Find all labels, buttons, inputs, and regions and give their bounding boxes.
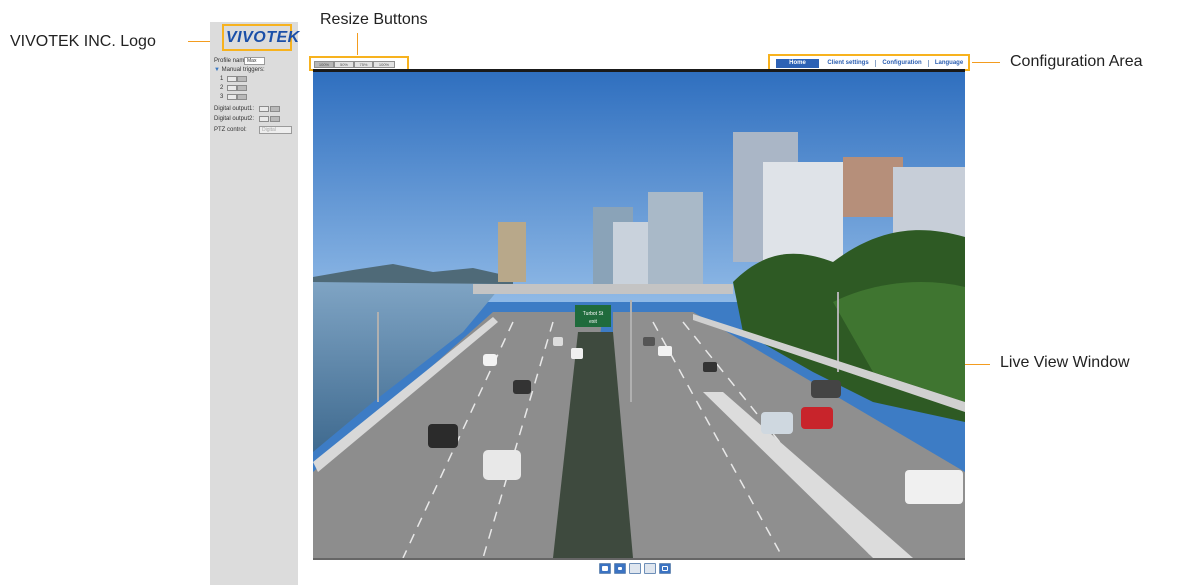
digital-output2-off-button[interactable] [270,116,280,122]
trigger-1-on-button[interactable] [227,76,237,82]
trigger-3-on-button[interactable] [227,94,237,100]
live-view-scene: Turbot St exit [313,72,965,558]
trigger-label-2: 2 [220,85,224,91]
nav-language[interactable]: Language [930,59,968,68]
stop-button[interactable] [614,563,626,574]
digital-output2-on-button[interactable] [259,116,269,122]
resize-button-3[interactable]: 75% [354,61,373,68]
live-view-annotation: Live View Window [1000,354,1130,371]
road-sign-line1: Turbot St [583,311,604,317]
car [811,380,841,398]
camera-icon [602,566,608,571]
trigger-label-1: 1 [220,76,224,82]
trigger-label-3: 3 [220,94,224,100]
digital-output1-on-button[interactable] [259,106,269,112]
car [571,348,583,359]
digital-output1-label: Digital output1: [214,106,255,112]
resize-annotation-line [357,33,358,55]
trigger-2-off-button[interactable] [237,85,247,91]
car [643,337,655,346]
building [498,222,526,282]
ptz-select[interactable]: Digital [259,126,292,134]
fullscreen-button[interactable] [659,563,671,574]
nav-configuration[interactable]: Configuration [877,59,927,68]
logo-annotation: VIVOTEK INC. Logo [10,33,156,50]
profile-select-value: Max [247,58,257,64]
trigger-3-off-button[interactable] [237,94,247,100]
profile-select[interactable]: Max [244,57,265,65]
config-annotation: Configuration Area [1010,53,1143,70]
live-view-window[interactable]: Turbot St exit [313,72,965,560]
building [648,192,703,292]
resize-button-2[interactable]: 50% [334,61,354,68]
resize-button-4[interactable]: 100% [373,61,395,68]
digital-output1-off-button[interactable] [270,106,280,112]
digital-output2-label: Digital output2: [214,116,255,122]
config-annotation-line [972,62,1000,63]
snapshot-button[interactable] [599,563,611,574]
car [658,346,672,356]
car [703,362,717,372]
nav-separator [928,60,929,67]
nav-client-settings[interactable]: Client settings [822,59,874,68]
expand-triangle-icon[interactable]: ▼ [214,67,220,73]
resize-annotation: Resize Buttons [320,11,428,28]
ptz-select-value: Digital [262,127,276,133]
stop-icon [618,567,622,570]
road-sign-line2: exit [589,319,597,325]
resize-button-1[interactable]: 100% [314,61,334,68]
trigger-1-off-button[interactable] [237,76,247,82]
car [761,412,793,434]
fullscreen-icon [662,566,668,571]
overpass [473,284,733,294]
manual-triggers-label: ▼ Manual triggers: [214,67,265,73]
nav-separator [875,60,876,67]
car [513,380,531,394]
nav-home[interactable]: Home [776,59,819,68]
car [553,337,563,346]
car [483,354,497,366]
toolbar-button-3[interactable] [629,563,641,574]
car [905,470,963,504]
trigger-2-on-button[interactable] [227,85,237,91]
car [801,407,833,429]
car [483,450,521,480]
vivotek-logo[interactable]: VIVOTEK [226,29,300,47]
toolbar-button-4[interactable] [644,563,656,574]
ptz-control-label: PTZ control: [214,127,247,133]
car [428,424,458,448]
